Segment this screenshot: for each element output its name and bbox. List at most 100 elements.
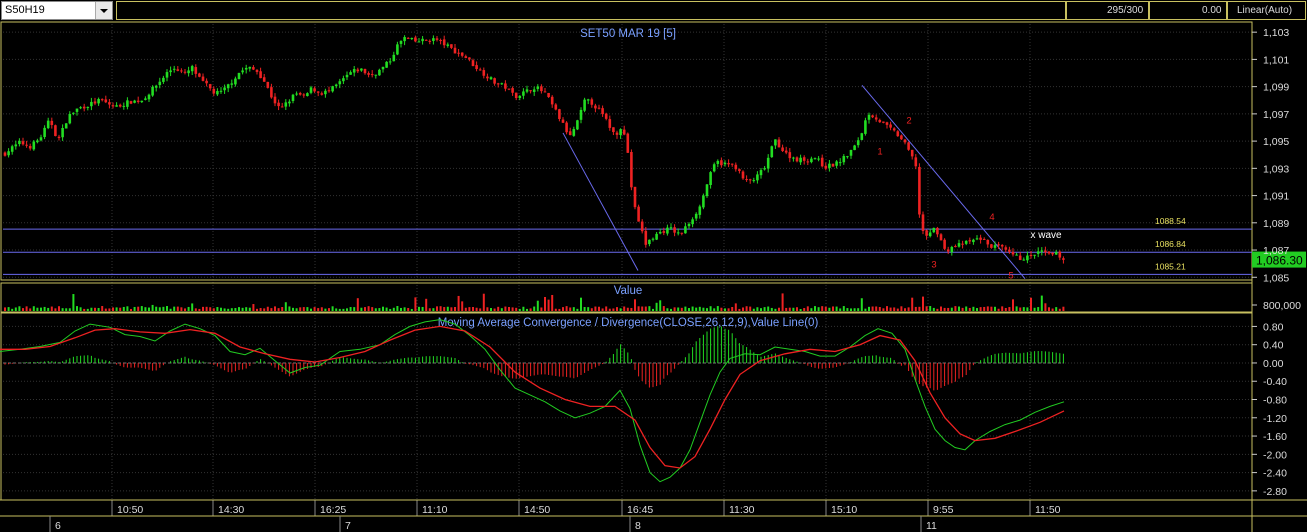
value-bar: [169, 308, 172, 311]
value-bar: [616, 307, 618, 311]
candle-body: [792, 157, 795, 159]
value-bar: [493, 308, 496, 311]
macd-axis-label: 0.80: [1263, 321, 1284, 333]
value-bar: [875, 306, 878, 311]
time-tick-label: 14:50: [524, 504, 550, 516]
value-bar: [763, 307, 766, 311]
value-bar: [756, 307, 759, 311]
candle-body: [957, 243, 961, 247]
candle-body: [428, 40, 432, 42]
value-bar: [893, 307, 896, 311]
candle-body: [939, 234, 943, 241]
wave-annotation: 5: [1008, 271, 1013, 282]
candle-body: [90, 101, 93, 107]
candle-body: [626, 133, 630, 153]
candle-body: [633, 186, 637, 208]
candle-body: [648, 239, 651, 245]
value-bar: [954, 306, 957, 311]
value-bar: [270, 308, 273, 311]
chart-area[interactable]: SET50 MAR 19 [5] 1088.54 1086.84 1085.21 1,0…: [0, 0, 1307, 532]
value-panel[interactable]: Value: [4, 285, 1065, 311]
candle-body: [698, 206, 702, 215]
value-bar: [158, 307, 161, 311]
candle-body: [403, 37, 406, 42]
candle-body: [14, 144, 18, 147]
value-bar: [853, 308, 856, 311]
candle-body: [356, 69, 360, 72]
value-bar: [976, 308, 978, 311]
candle-body: [486, 76, 489, 79]
candle-body: [507, 88, 511, 90]
candle-body: [918, 166, 921, 215]
value-bar: [151, 304, 154, 311]
value-bar: [817, 307, 820, 311]
value-bar: [389, 308, 392, 311]
value-bar: [846, 308, 849, 311]
value-bar: [608, 308, 611, 311]
value-bar: [972, 306, 975, 311]
candle-body: [514, 92, 518, 98]
candle-body: [745, 179, 748, 181]
value-bar: [155, 306, 158, 311]
value-bar: [835, 306, 838, 311]
value-bar: [634, 299, 636, 311]
candle-body: [550, 96, 554, 105]
value-bar: [598, 306, 600, 311]
candle-body: [97, 98, 100, 104]
value-bar: [374, 308, 377, 311]
candle-body: [370, 74, 374, 76]
candle-body: [921, 214, 925, 231]
value-bar: [461, 301, 464, 311]
value-bar: [248, 307, 251, 311]
candle-body: [111, 105, 115, 107]
value-bar: [58, 306, 60, 311]
candle-body: [237, 72, 241, 80]
candle-body: [248, 66, 252, 69]
candle-body: [820, 157, 824, 167]
candle-body: [360, 68, 363, 71]
candle-body: [925, 230, 928, 236]
value-bar: [857, 308, 860, 311]
candle-body: [982, 238, 986, 240]
value-bar: [43, 306, 46, 311]
candle-body: [36, 140, 39, 143]
candle-body: [54, 125, 57, 137]
value-bar: [1022, 307, 1025, 311]
candle-body: [284, 102, 288, 107]
candle-body: [406, 37, 410, 39]
macd-axis-label: -0.40: [1263, 376, 1287, 388]
value-bar: [864, 308, 867, 311]
candle-body: [342, 78, 345, 82]
candle-body: [21, 141, 25, 145]
candle-body: [381, 66, 385, 70]
value-bar: [936, 308, 939, 311]
value-bar: [328, 308, 330, 311]
candle-body: [928, 232, 932, 237]
value-bar: [342, 308, 345, 311]
candle-body: [554, 104, 558, 110]
candle-body: [388, 61, 392, 63]
candle-body: [399, 40, 403, 44]
candle-body: [1004, 247, 1008, 250]
date-tick-label: 7: [345, 520, 351, 532]
price-axis-label: 1,099: [1263, 82, 1289, 94]
date-tick-label: 8: [635, 520, 641, 532]
value-bar: [227, 308, 230, 311]
candle-body: [1054, 252, 1058, 255]
candle-body: [637, 206, 640, 222]
candle-body: [770, 146, 774, 158]
candle-body: [435, 38, 439, 40]
candle-body: [1040, 250, 1044, 252]
price-panel[interactable]: SET50 MAR 19 [5] 1088.54 1086.84 1085.21 1,0…: [3, 28, 1306, 282]
value-bar: [896, 308, 899, 311]
candle-body: [1008, 249, 1011, 252]
candle-body: [280, 106, 284, 108]
candle-body: [453, 47, 457, 54]
value-bar: [706, 308, 708, 311]
candle-body: [932, 227, 936, 233]
candle-body: [266, 81, 270, 88]
candle-body: [392, 54, 396, 62]
value-bar: [950, 307, 953, 311]
candle-body: [334, 84, 338, 87]
value-bar: [126, 306, 129, 311]
